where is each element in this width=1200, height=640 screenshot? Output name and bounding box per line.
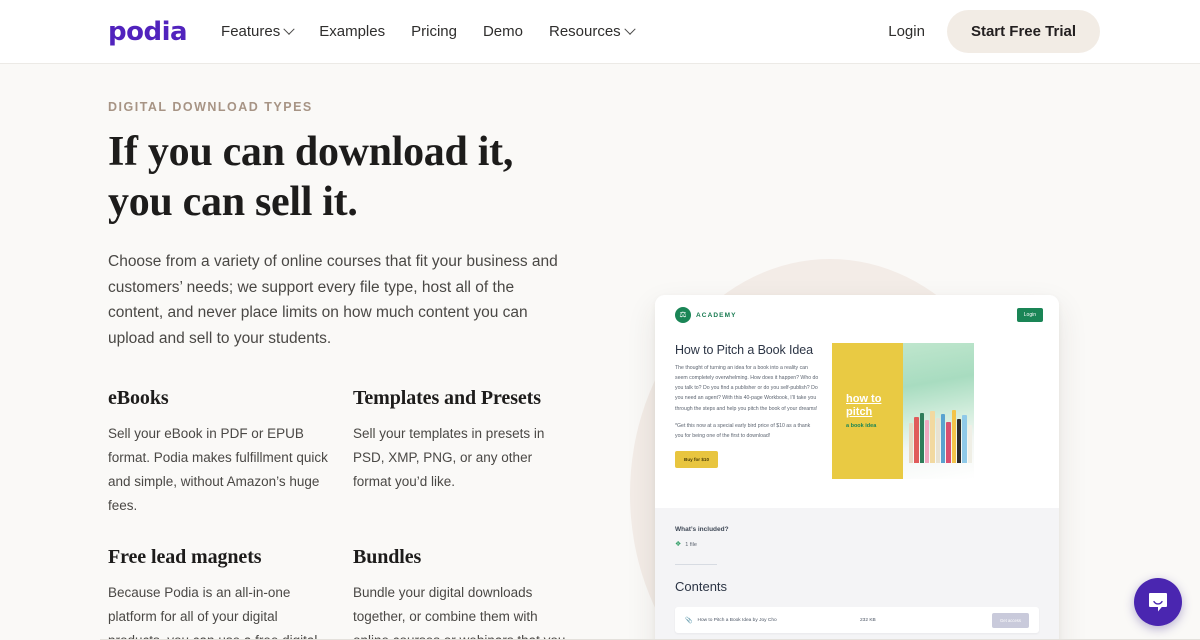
contents-row[interactable]: 📎 How to Pitch a Book Idea by Joy Cho 23… (675, 607, 1039, 633)
book-cover-image: how to pitch a book idea (832, 343, 974, 479)
chevron-down-icon (624, 23, 636, 35)
product-page-mockup: ⚖ ACADEMY Login How to Pitch a Book Idea… (655, 295, 1059, 640)
login-link[interactable]: Login (888, 23, 925, 40)
nav-item-resources[interactable]: Resources (548, 23, 636, 40)
mockup-product-copy: How to Pitch a Book Idea The thought of … (675, 343, 820, 479)
feature-ebooks: eBooks Sell your eBook in PDF or EPUB fo… (108, 387, 353, 518)
nav-item-pricing[interactable]: Pricing (411, 23, 457, 40)
feature-grid: eBooks Sell your eBook in PDF or EPUB fo… (108, 387, 580, 640)
paperclip-icon: 📎 (685, 617, 693, 624)
mockup-lower-section: What’s included? ❖ 1 file Contents 📎 How… (655, 508, 1059, 640)
academy-logo-icon: ⚖ (675, 307, 691, 323)
mockup-upper-section: ⚖ ACADEMY Login How to Pitch a Book Idea… (655, 295, 1059, 508)
divider (675, 564, 717, 565)
cover-photo-books (903, 343, 974, 479)
mockup-brand: ⚖ ACADEMY (675, 307, 737, 323)
feature-body: Sell your templates in presets in PSD, X… (353, 426, 545, 490)
whats-included-label: What’s included? (675, 526, 729, 533)
contents-row-name-cell: 📎 How to Pitch a Book Idea by Joy Cho (685, 617, 860, 624)
mockup-product-note: *Get this now at a special early bird pr… (675, 422, 811, 439)
start-free-trial-button[interactable]: Start Free Trial (946, 10, 1100, 53)
file-leaf-icon: ❖ (675, 541, 682, 548)
feature-body: Sell your eBook in PDF or EPUB format. P… (108, 426, 328, 514)
page-title: If you can download it, you can sell it. (108, 129, 514, 225)
get-access-button[interactable]: Get access (992, 612, 1029, 628)
intercom-chat-button[interactable] (1134, 578, 1182, 626)
podia-logo[interactable]: podia (108, 19, 188, 45)
nav-item-examples[interactable]: Examples (319, 23, 385, 40)
chat-bubble-smile-icon (1149, 593, 1167, 612)
chevron-down-icon (283, 23, 295, 35)
cover-subtitle: a book idea (846, 422, 877, 429)
nav-label: Features (221, 23, 281, 40)
section-eyebrow: DIGITAL DOWNLOAD TYPES (108, 100, 313, 114)
feature-body: Because Podia is an all-in-one platform … (108, 585, 317, 640)
nav-label: Examples (319, 23, 386, 40)
feature-title: Templates and Presets (353, 387, 541, 410)
hero-text-column: DIGITAL DOWNLOAD TYPES If you can downlo… (0, 64, 580, 640)
nav-label: Demo (482, 23, 523, 40)
feature-bundles: Bundles Bundle your digital downloads to… (353, 546, 598, 640)
mockup-login-button[interactable]: Login (1016, 308, 1043, 322)
contents-heading: Contents (675, 579, 728, 594)
top-navigation-bar: podia Features Examples Pricing Demo Res… (0, 0, 1200, 64)
hero-description: Choose from a variety of online courses … (108, 253, 558, 347)
feature-templates-and-presets: Templates and Presets Sell your template… (353, 387, 598, 518)
contents-row-filesize: 232 KB (860, 617, 876, 623)
nav-label: Resources (548, 23, 621, 40)
page-content: DIGITAL DOWNLOAD TYPES If you can downlo… (0, 64, 1200, 640)
nav-actions: Login Start Free Trial (888, 10, 1100, 53)
bookshelf-illustration (909, 409, 972, 463)
mockup-product-description: The thought of turning an idea for a boo… (675, 365, 819, 412)
nav-label: Pricing (411, 23, 457, 40)
main-nav-links: Features Examples Pricing Demo Resources (221, 23, 636, 40)
mockup-header: ⚖ ACADEMY Login (671, 307, 1043, 323)
feature-title: Bundles (353, 546, 422, 569)
included-file-count: 1 file (685, 541, 697, 548)
mockup-product-title: How to Pitch a Book Idea (675, 343, 813, 357)
cover-title: how to pitch (846, 393, 882, 418)
contents-row-filename: How to Pitch a Book Idea by Joy Cho (697, 617, 777, 623)
mockup-brand-name: ACADEMY (696, 311, 737, 319)
nav-item-demo[interactable]: Demo (483, 23, 523, 40)
mockup-product-body: How to Pitch a Book Idea The thought of … (671, 323, 1043, 479)
included-file-row: ❖ 1 file (675, 541, 1039, 548)
feature-title: eBooks (108, 387, 169, 410)
cover-text-panel: how to pitch a book idea (832, 343, 903, 479)
feature-body: Bundle your digital downloads together, … (353, 585, 565, 640)
nav-item-features[interactable]: Features (221, 23, 295, 40)
feature-free-lead-magnets: Free lead magnets Because Podia is an al… (108, 546, 353, 640)
mockup-buy-button[interactable]: Buy for $10 (675, 450, 719, 468)
feature-title: Free lead magnets (108, 546, 262, 569)
